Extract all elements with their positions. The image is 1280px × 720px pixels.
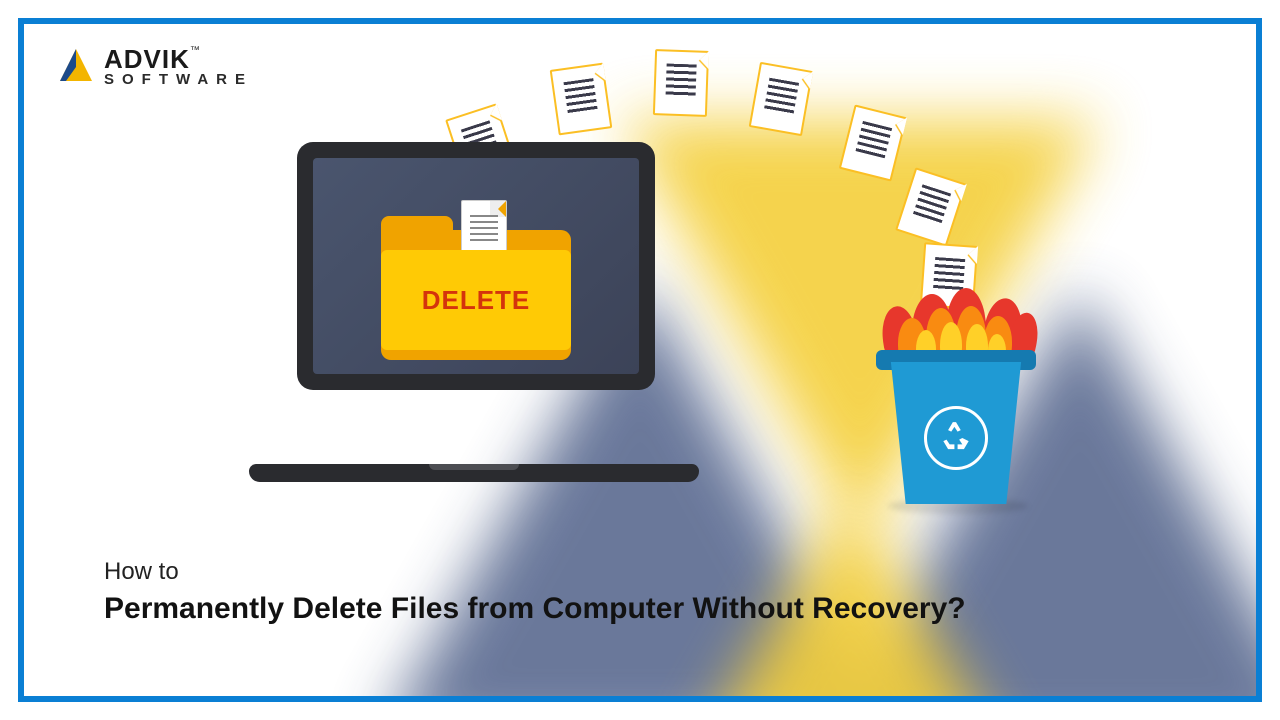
document-icon [895,167,967,246]
brand-logo: ADVIK™ SOFTWARE [56,46,253,87]
logo-tm: ™ [190,45,201,56]
headline-title: Permanently Delete Files from Computer W… [104,592,1216,626]
logo-subtitle: SOFTWARE [104,72,253,87]
recycle-icon [924,406,988,470]
headline: How to Permanently Delete Files from Com… [104,558,1216,626]
headline-prefix: How to [104,558,1216,586]
document-icon [550,63,613,136]
logo-text: ADVIK™ SOFTWARE [104,46,253,87]
delete-folder-icon: DELETE [381,230,571,360]
document-icon [749,62,814,136]
laptop-illustration: DELETE [249,142,699,482]
logo-mark-icon [56,47,96,87]
logo-brand-name: ADVIK [104,44,190,74]
recycle-bin-illustration [864,294,1044,504]
document-icon [839,104,907,181]
banner-frame: ADVIK™ SOFTWARE DELETE [18,18,1262,702]
document-icon [653,49,709,117]
folder-label: DELETE [422,285,531,316]
